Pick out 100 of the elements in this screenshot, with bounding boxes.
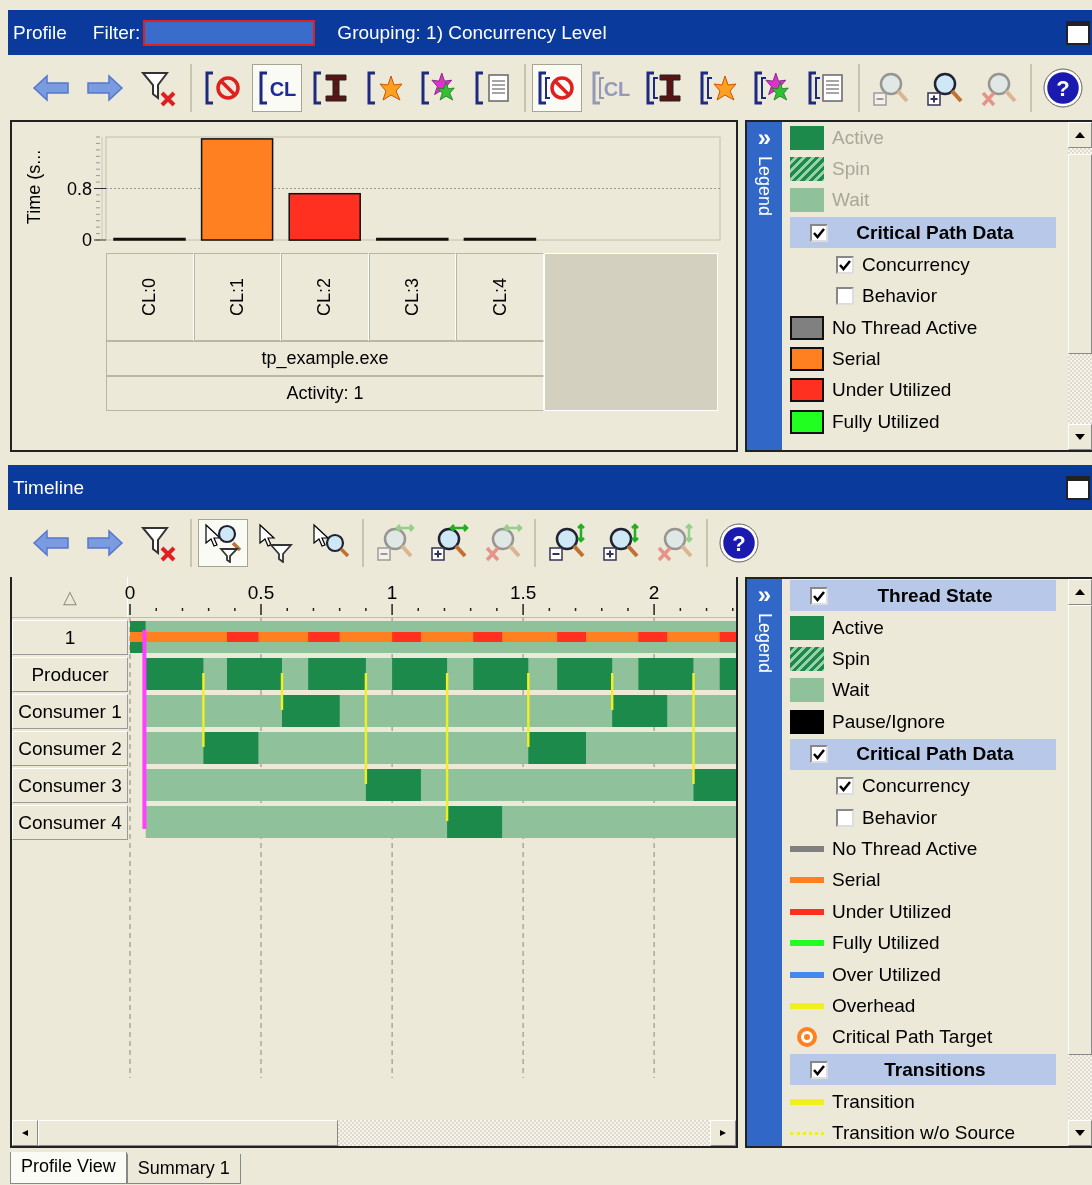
- x-tick-label: CL:2: [314, 277, 336, 317]
- tick-label: 1: [386, 582, 398, 603]
- tick-label: 0.8: [66, 178, 92, 199]
- legend-label: Concurrency: [862, 253, 970, 276]
- down-arrow-icon: [1074, 433, 1086, 441]
- scroll-right-button[interactable]: [710, 1120, 736, 1146]
- category-cell: CL:4: [456, 253, 544, 341]
- check-icon: [812, 747, 826, 762]
- checkbox[interactable]: [836, 777, 854, 796]
- legend-label: Fully Utilized: [832, 932, 940, 955]
- filter-field[interactable]: [143, 19, 316, 46]
- checkbox[interactable]: [836, 287, 854, 306]
- legend-group-label: Transitions: [883, 1058, 987, 1081]
- legend-label: Legend: [754, 613, 775, 674]
- view-tab[interactable]: Profile View: [10, 1152, 127, 1184]
- legend-sidebar[interactable]: » Legend: [747, 579, 782, 1146]
- tick-label: 2: [648, 582, 660, 603]
- checkbox[interactable]: [810, 223, 828, 242]
- check-icon: [838, 779, 852, 794]
- legend-label: Active: [832, 616, 884, 639]
- legend-label: Transition: [832, 1090, 915, 1113]
- tick-label: 0: [82, 230, 92, 250]
- legend-label: Overhead: [832, 995, 916, 1017]
- down-arrow-icon: [1074, 1129, 1086, 1137]
- panel-title: Timeline: [13, 476, 85, 499]
- scroll-up-button[interactable]: [1068, 579, 1092, 605]
- legend-label: Spin: [832, 158, 871, 181]
- legend-label: No Thread Active: [832, 838, 978, 861]
- row-header[interactable]: Producer: [12, 657, 128, 692]
- legend-label: Pause/Ignore: [832, 710, 946, 733]
- magnifier-minus-icon: [375, 522, 415, 563]
- x-tick-label: CL:1: [226, 277, 248, 317]
- row-header[interactable]: Consumer 4: [12, 805, 128, 840]
- scroll-down-button[interactable]: [1068, 424, 1092, 450]
- x-tick-label: CL:0: [139, 277, 161, 317]
- toolbar-button[interactable]: [198, 518, 248, 567]
- view-tab[interactable]: Summary 1: [126, 1154, 241, 1184]
- legend-label: Under Utilized: [832, 900, 952, 923]
- expand-toggle[interactable]: »: [757, 583, 772, 607]
- maximize-button[interactable]: [1066, 475, 1090, 500]
- magnifier-x-icon: [483, 522, 523, 563]
- table-cell: Activity: 1: [106, 376, 544, 411]
- legend-group-header[interactable]: Critical Path Data: [790, 738, 1056, 770]
- scroll-down-button[interactable]: [1068, 1120, 1092, 1146]
- legend-label: Transition w/o Source: [832, 1122, 1016, 1145]
- grouping-label: Grouping: 1) Concurrency Level: [337, 21, 607, 44]
- magnifier-minus-icon: [547, 522, 587, 563]
- row-header[interactable]: Consumer 1: [12, 694, 128, 729]
- legend-label: Critical Path Target: [832, 1026, 993, 1049]
- scroll-left-button[interactable]: [12, 1120, 38, 1146]
- checkbox[interactable]: [836, 808, 854, 827]
- legend-label: Concurrency: [862, 775, 970, 798]
- up-arrow-icon: [1074, 131, 1086, 139]
- legend-group-header[interactable]: Thread State: [790, 580, 1056, 611]
- table-cell: tp_example.exe: [106, 341, 544, 376]
- legend-label: No Thread Active: [832, 316, 978, 339]
- tick-label: 0.5: [247, 582, 275, 603]
- scrollbar-thumb[interactable]: [1068, 154, 1092, 354]
- row-header[interactable]: Consumer 3: [12, 768, 128, 803]
- legend-label: Legend: [754, 156, 775, 217]
- legend-label: Spin: [832, 648, 871, 671]
- row-header[interactable]: Consumer 2: [12, 731, 128, 766]
- legend-label: Wait: [832, 189, 870, 212]
- legend-group-label: Critical Path Data: [855, 221, 1015, 244]
- legend-label: Active: [832, 126, 884, 149]
- toolbar-button[interactable]: [532, 63, 582, 112]
- magnifier-plus-icon: [601, 522, 641, 563]
- magnifier-plus-icon: [429, 522, 469, 563]
- category-cell: CL:0: [106, 253, 194, 341]
- legend-label: Wait: [832, 679, 870, 702]
- tick-mark: [93, 188, 107, 189]
- checkbox[interactable]: [810, 586, 828, 605]
- row-header[interactable]: 1: [12, 620, 128, 655]
- checkbox[interactable]: [810, 745, 828, 764]
- legend-group-label: Critical Path Data: [855, 743, 1015, 766]
- legend-label: Fully Utilized: [832, 410, 940, 433]
- up-arrow-icon: [1074, 588, 1086, 596]
- legend-label: Behavior: [862, 806, 937, 829]
- panel-title: Profile: [13, 21, 67, 44]
- legend-group-label: Thread State: [876, 584, 994, 607]
- legend-label: Under Utilized: [832, 379, 952, 402]
- legend-label: Serial: [832, 869, 881, 892]
- checkbox[interactable]: [810, 1060, 828, 1079]
- maximize-button[interactable]: [1066, 20, 1090, 45]
- legend-group-header[interactable]: Transitions: [790, 1054, 1056, 1086]
- category-cell: CL:3: [368, 253, 457, 341]
- scroll-up-button[interactable]: [1068, 122, 1092, 148]
- legend-label: Behavior: [862, 285, 937, 308]
- legend-group-header[interactable]: Critical Path Data: [790, 217, 1056, 249]
- expand-toggle[interactable]: »: [757, 126, 772, 150]
- category-cell: CL:2: [281, 253, 369, 341]
- tick-label: 1.5: [509, 582, 537, 603]
- x-tick-label: CL:3: [402, 277, 424, 317]
- pointer-magnifier-funnel-icon: [203, 522, 243, 563]
- magnifier-x-icon: [655, 522, 695, 563]
- scrollbar-thumb[interactable]: [38, 1120, 338, 1146]
- legend-sidebar[interactable]: » Legend: [747, 122, 782, 450]
- legend-label: Over Utilized: [832, 963, 941, 986]
- checkbox[interactable]: [836, 255, 854, 274]
- category-cell: CL:1: [193, 253, 282, 341]
